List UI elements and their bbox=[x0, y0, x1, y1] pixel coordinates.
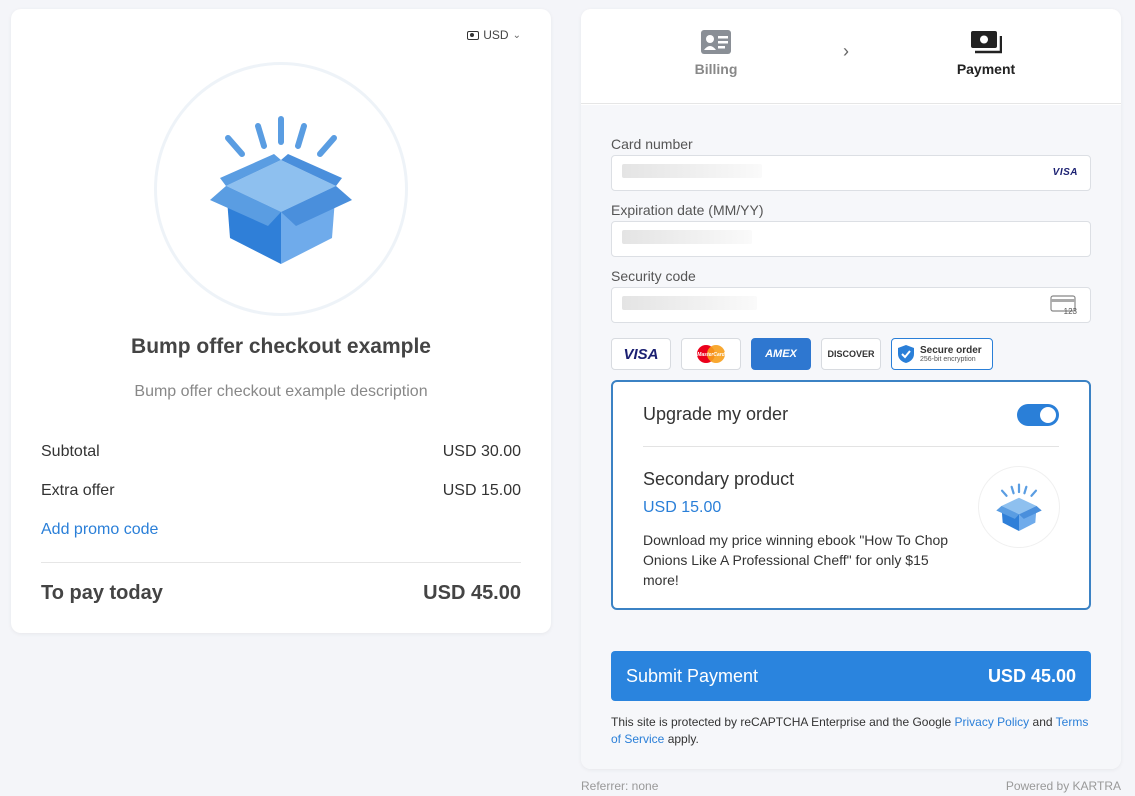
summary-row-extra-offer: Extra offer USD 15.00 bbox=[41, 482, 521, 500]
cash-icon bbox=[467, 30, 480, 40]
accepted-cards: VISA MasterCard AMEX DISCOVER Secure ord… bbox=[611, 338, 993, 370]
amex-logo: AMEX bbox=[751, 338, 811, 370]
visa-icon: VISA bbox=[1052, 167, 1078, 178]
total-label: To pay today bbox=[41, 582, 163, 604]
product-title: Bump offer checkout example bbox=[131, 335, 431, 358]
secondary-product-description: Download my price winning ebook "How To … bbox=[643, 532, 949, 588]
recaptcha-notice: This site is protected by reCAPTCHA Ente… bbox=[611, 714, 1101, 748]
upgrade-toggle[interactable] bbox=[1017, 404, 1059, 426]
expiration-input[interactable] bbox=[611, 221, 1091, 257]
product-description: Bump offer checkout example description bbox=[134, 383, 428, 400]
security-code-input[interactable]: 123 bbox=[611, 287, 1091, 323]
payment-form: Card number VISA Expiration date (MM/YY)… bbox=[581, 105, 1121, 769]
add-promo-code-link[interactable]: Add promo code bbox=[41, 521, 158, 539]
masked-value bbox=[622, 296, 757, 310]
order-bump-box: Upgrade my order Secondary product USD 1… bbox=[611, 380, 1091, 610]
submit-label: Submit Payment bbox=[626, 665, 759, 686]
currency-selector[interactable]: USD ⌄ bbox=[467, 28, 521, 42]
summary-value: USD 15.00 bbox=[442, 482, 521, 499]
divider bbox=[41, 562, 521, 563]
recaptcha-suffix: apply. bbox=[664, 732, 699, 746]
step-label: Payment bbox=[956, 61, 1016, 77]
payment-card: Billing › Payment Card number VISA Expir… bbox=[581, 9, 1121, 769]
card-number-input[interactable]: VISA bbox=[611, 155, 1091, 191]
step-payment[interactable]: Payment bbox=[926, 29, 1046, 77]
chevron-down-icon: ⌄ bbox=[512, 29, 521, 41]
submit-amount: USD 45.00 bbox=[987, 665, 1076, 686]
id-card-icon bbox=[701, 30, 731, 54]
total-row: To pay today USD 45.00 bbox=[41, 582, 521, 605]
secure-order-badge: Secure order 256-bit encryption bbox=[891, 338, 993, 370]
visa-logo: VISA bbox=[611, 338, 671, 370]
secondary-product-image bbox=[979, 467, 1059, 547]
open-box-icon bbox=[996, 483, 1042, 531]
mastercard-icon: MasterCard bbox=[697, 345, 726, 363]
step-billing[interactable]: Billing bbox=[656, 29, 776, 77]
secondary-product-name: Secondary product bbox=[643, 469, 795, 489]
upgrade-title: Upgrade my order bbox=[643, 404, 789, 424]
open-box-icon bbox=[210, 116, 352, 264]
secondary-product-price: USD 15.00 bbox=[643, 499, 722, 516]
cvc-hint: 123 bbox=[1064, 307, 1078, 315]
currency-label: USD bbox=[483, 28, 509, 42]
summary-label: Subtotal bbox=[41, 443, 100, 460]
submit-payment-button[interactable]: Submit Payment USD 45.00 bbox=[611, 651, 1091, 701]
secure-subtitle: 256-bit encryption bbox=[920, 356, 976, 363]
summary-label: Extra offer bbox=[41, 482, 115, 499]
product-image bbox=[154, 62, 408, 316]
mastercard-logo: MasterCard bbox=[681, 338, 741, 370]
masked-value bbox=[622, 164, 762, 178]
referrer-text: Referrer: none bbox=[581, 779, 659, 793]
divider bbox=[643, 446, 1059, 447]
secure-title: Secure order bbox=[920, 345, 982, 356]
card-number-label: Card number bbox=[611, 136, 693, 152]
masked-value bbox=[622, 230, 752, 244]
chevron-right-icon: › bbox=[843, 41, 849, 61]
discover-logo: DISCOVER bbox=[821, 338, 881, 370]
mastercard-text: MasterCard bbox=[697, 352, 725, 358]
recaptcha-and: and bbox=[1029, 715, 1056, 729]
summary-row-subtotal: Subtotal USD 30.00 bbox=[41, 443, 521, 461]
privacy-policy-link[interactable]: Privacy Policy bbox=[955, 715, 1030, 729]
checkout-steps: Billing › Payment bbox=[581, 9, 1121, 104]
shield-check-icon bbox=[898, 345, 914, 363]
step-label: Billing bbox=[694, 61, 738, 77]
powered-by-link[interactable]: Powered by KARTRA bbox=[1006, 779, 1121, 793]
recaptcha-prefix: This site is protected by reCAPTCHA Ente… bbox=[611, 715, 955, 729]
total-value: USD 45.00 bbox=[423, 582, 521, 604]
security-code-label: Security code bbox=[611, 268, 696, 284]
expiration-label: Expiration date (MM/YY) bbox=[611, 202, 764, 218]
cash-stack-icon bbox=[971, 31, 1002, 54]
order-summary-card: USD ⌄ Bump offer checkout example Bump o… bbox=[11, 9, 551, 633]
summary-value: USD 30.00 bbox=[442, 443, 521, 460]
card-cvc-icon: 123 bbox=[1050, 295, 1078, 315]
